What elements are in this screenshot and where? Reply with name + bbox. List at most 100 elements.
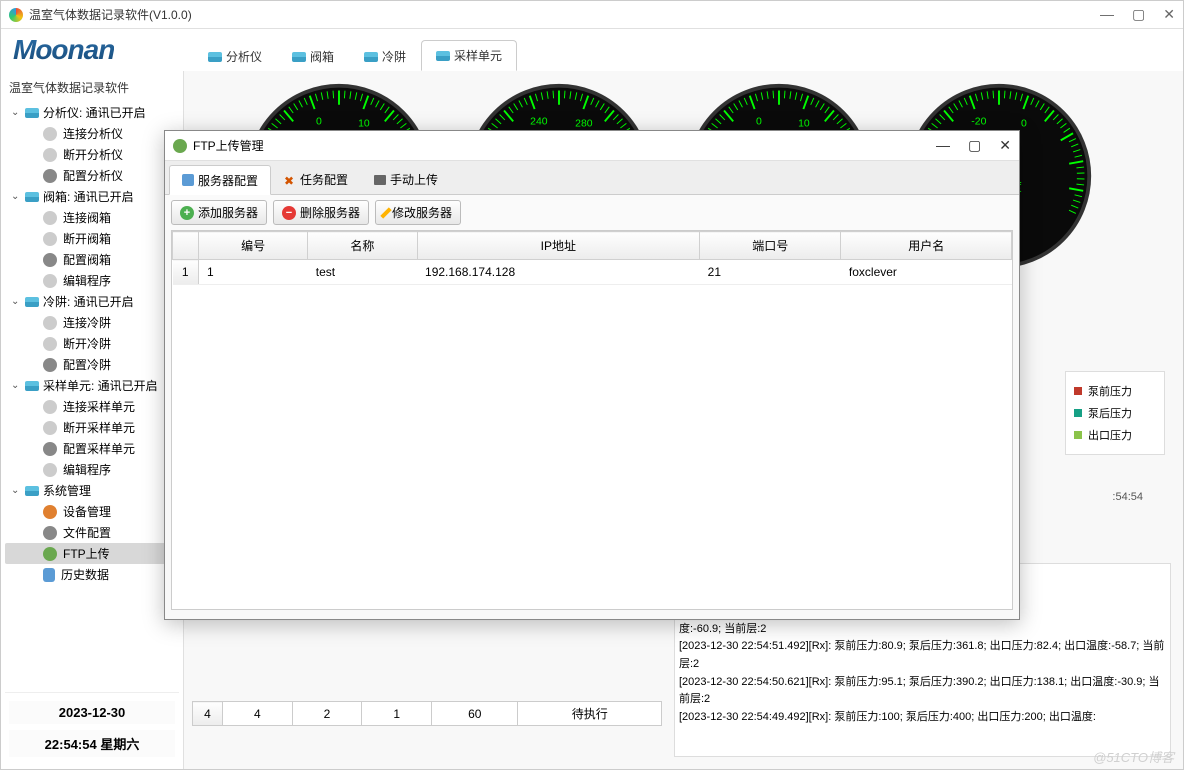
table-header[interactable]: 用户名 [841,232,1012,260]
table-header[interactable]: IP地址 [417,232,700,260]
legend-color-icon [1074,387,1082,395]
dialog-title: FTP上传管理 [193,137,264,154]
minus-icon: − [282,206,296,220]
dialog-maximize-button[interactable]: ▢ [968,137,981,154]
tree-child[interactable]: 连接冷阱 [5,312,179,333]
item-icon [43,232,57,246]
item-icon [43,316,57,330]
chevron-down-icon: ⌄ [11,296,21,307]
tree-child[interactable]: 断开冷阱 [5,333,179,354]
datetime-box: 2023-12-30 22:54:54 星期六 [5,692,179,765]
server-table: 编号名称IP地址端口号用户名 11test192.168.174.12821fo… [172,231,1012,285]
window-controls: — ▢ ✕ [1100,6,1175,23]
log-line: [2023-12-30 22:54:51.492][Rx]: 泵前压力:80.9… [679,638,1166,673]
table-header[interactable]: 端口号 [700,232,841,260]
sequence-table: 4 4 2 1 60 待执行 [192,701,662,726]
tree-child[interactable]: 配置分析仪 [5,165,179,186]
sidebar: 温室气体数据记录软件 ⌄分析仪: 通讯已开启连接分析仪断开分析仪配置分析仪⌄阀箱… [1,71,183,769]
log-line: [2023-12-30 22:54:50.621][Rx]: 泵前压力:95.1… [679,674,1166,709]
add-server-button[interactable]: +添加服务器 [171,200,267,225]
item-icon [43,337,57,351]
svg-text:0: 0 [756,116,762,127]
sidebar-title: 温室气体数据记录软件 [5,75,179,102]
item-icon [43,547,57,561]
time-display: 22:54:54 星期六 [9,730,175,757]
folder-icon [374,175,386,185]
edit-server-button[interactable]: 修改服务器 [375,200,461,225]
server-table-wrap[interactable]: 编号名称IP地址端口号用户名 11test192.168.174.12821fo… [171,230,1013,610]
tab-coldtrap[interactable]: 冷阱 [349,41,421,71]
tree-child[interactable]: 断开阀箱 [5,228,179,249]
chart-time: :54:54 [1112,491,1143,503]
item-icon [43,127,57,141]
seq-rownum: 4 [193,702,223,726]
item-icon [43,505,57,519]
chevron-down-icon: ⌄ [11,107,21,118]
tree-node[interactable]: ⌄冷阱: 通讯已开启 [5,291,179,312]
tree-child[interactable]: 连接采样单元 [5,396,179,417]
dialog-title-bar: FTP上传管理 — ▢ ✕ [165,131,1019,161]
table-row[interactable]: 11test192.168.174.12821foxclever [173,260,1012,285]
dialog-tabs: 服务器配置 ✖ 任务配置 手动上传 [165,161,1019,195]
tab-task-config[interactable]: ✖ 任务配置 [271,165,361,194]
tree-node[interactable]: ⌄阀箱: 通讯已开启 [5,186,179,207]
table-header[interactable]: 编号 [199,232,308,260]
top-tabs: 分析仪 阀箱 冷阱 采样单元 [183,29,517,71]
item-icon [43,463,57,477]
dialog-close-button[interactable]: ✕ [999,137,1011,154]
item-icon [43,148,57,162]
tree-node[interactable]: ⌄采样单元: 通讯已开启 [5,375,179,396]
svg-text:10: 10 [358,118,370,129]
table-header[interactable]: 名称 [308,232,417,260]
item-icon [43,358,57,372]
tree-child[interactable]: 配置采样单元 [5,438,179,459]
item-icon [43,169,57,183]
item-icon [43,421,57,435]
device-icon [364,52,378,62]
tab-analyzer[interactable]: 分析仪 [193,41,277,71]
tree-child[interactable]: FTP上传 [5,543,179,564]
delete-server-button[interactable]: −删除服务器 [273,200,369,225]
item-icon [43,400,57,414]
tree-child[interactable]: 编辑程序 [5,270,179,291]
logo: Moonan [1,29,183,71]
tree-child[interactable]: 配置阀箱 [5,249,179,270]
tree-node[interactable]: ⌄系统管理 [5,480,179,501]
legend-item: 泵前压力 [1074,380,1156,402]
ftp-dialog: FTP上传管理 — ▢ ✕ 服务器配置 ✖ 任务配置 手动上传 +添加服务器 −… [164,130,1020,620]
dialog-minimize-button[interactable]: — [936,137,950,154]
tree-child[interactable]: 历史数据 [5,564,179,585]
server-icon [182,174,194,186]
tree-child[interactable]: 编辑程序 [5,459,179,480]
legend-color-icon [1074,431,1082,439]
tree-child[interactable]: 断开分析仪 [5,144,179,165]
window-title: 温室气体数据记录软件(V1.0.0) [29,6,192,23]
log-line: 度:-60.9; 当前层:2 [679,621,1166,639]
tree-child[interactable]: 连接阀箱 [5,207,179,228]
nav-tree: ⌄分析仪: 通讯已开启连接分析仪断开分析仪配置分析仪⌄阀箱: 通讯已开启连接阀箱… [5,102,179,692]
plus-icon: + [180,206,194,220]
tree-child[interactable]: 文件配置 [5,522,179,543]
app-icon [9,8,23,22]
tree-node[interactable]: ⌄分析仪: 通讯已开启 [5,102,179,123]
item-icon [43,442,57,456]
device-icon [25,486,39,496]
tree-child[interactable]: 连接分析仪 [5,123,179,144]
tree-child[interactable]: 配置冷阱 [5,354,179,375]
maximize-button[interactable]: ▢ [1132,6,1145,23]
device-icon [25,297,39,307]
tab-valvebox[interactable]: 阀箱 [277,41,349,71]
svg-text:10: 10 [798,118,810,129]
date-display: 2023-12-30 [9,701,175,724]
pencil-icon [380,207,391,218]
dialog-toolbar: +添加服务器 −删除服务器 修改服务器 [165,195,1019,230]
tree-child[interactable]: 设备管理 [5,501,179,522]
tab-server-config[interactable]: 服务器配置 [169,165,271,195]
tab-manual-upload[interactable]: 手动上传 [361,165,451,194]
log-line: [2023-12-30 22:54:49.492][Rx]: 泵前压力:100;… [679,709,1166,727]
tree-child[interactable]: 断开采样单元 [5,417,179,438]
item-icon [43,274,57,288]
tab-sampler[interactable]: 采样单元 [421,40,517,71]
close-button[interactable]: ✕ [1163,6,1175,23]
minimize-button[interactable]: — [1100,6,1114,23]
